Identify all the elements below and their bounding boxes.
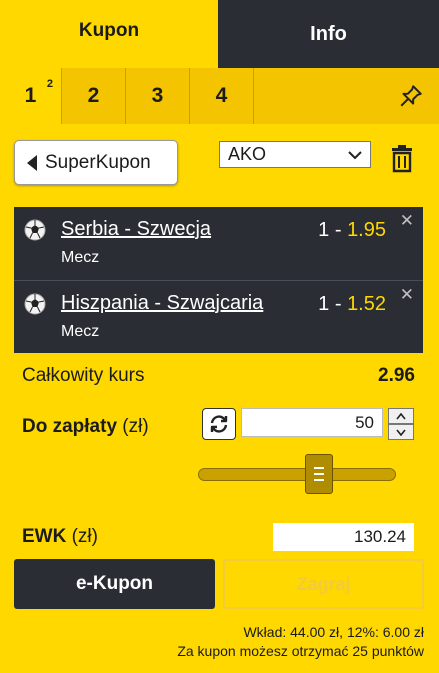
- football-icon: [24, 219, 46, 241]
- stake-label-text: Do zapłaty: [22, 416, 118, 437]
- tabs-spacer: [254, 68, 383, 124]
- bet-pick: 1 -: [318, 293, 348, 315]
- points-text: Za kupon możesz otrzymać 25 punktów: [177, 643, 424, 659]
- chevron-down-icon: [396, 429, 406, 436]
- stake-stepper[interactable]: [388, 408, 414, 440]
- zagraj-button[interactable]: Zagraj: [223, 559, 424, 609]
- bet-odds: 1 - 1.52: [318, 293, 386, 316]
- tab-kupon[interactable]: Kupon: [0, 0, 218, 68]
- stake-increment-button[interactable]: [388, 408, 414, 424]
- market-type: Mecz: [61, 249, 100, 266]
- bet-odds: 1 - 1.95: [318, 219, 386, 242]
- match-name-link[interactable]: Hiszpania - Szwajcaria: [61, 292, 263, 315]
- football-icon: [24, 293, 46, 315]
- coupon-tab-4[interactable]: 4: [190, 68, 254, 124]
- match-name-link[interactable]: Serbia - Szwecja: [61, 218, 211, 241]
- chevron-up-icon: [396, 412, 406, 419]
- close-icon[interactable]: ✕: [400, 211, 414, 231]
- coupon-tab-label: 4: [215, 84, 228, 107]
- coupon-tab-2[interactable]: 2: [62, 68, 126, 124]
- superkupon-label: SuperKupon: [45, 151, 151, 173]
- stake-label: Do zapłaty (zł): [22, 416, 149, 438]
- refresh-icon: [210, 415, 228, 433]
- total-odds-label: Całkowity kurs: [22, 365, 145, 386]
- coupon-tab-3[interactable]: 3: [126, 68, 190, 124]
- contribution-text: Wkład: 44.00 zł, 12%: 6.00 zł: [243, 624, 424, 640]
- ewk-label: EWK (zł): [22, 526, 98, 548]
- ewk-label-text: EWK: [22, 526, 67, 547]
- ewk-value: 130.24: [273, 523, 414, 551]
- coupon-tab-label: 3: [151, 84, 164, 107]
- coupon-tab-1[interactable]: 1 2: [0, 68, 62, 124]
- superkupon-button[interactable]: SuperKupon: [14, 140, 178, 185]
- stake-decrement-button[interactable]: [388, 424, 414, 440]
- coupon-tab-label: 2: [87, 84, 100, 107]
- top-tabs: Kupon Info: [0, 0, 439, 68]
- ekupon-button[interactable]: e-Kupon: [14, 559, 215, 609]
- ewk-unit: (zł): [66, 526, 98, 547]
- odds-value: 1.52: [347, 293, 386, 315]
- pin-icon[interactable]: [383, 68, 439, 124]
- market-type: Mecz: [61, 323, 100, 340]
- tab-info[interactable]: Info: [218, 0, 439, 68]
- coupon-number-tabs: 1 2 2 3 4: [0, 68, 439, 124]
- bet-item: Hiszpania - Szwajcaria Mecz 1 - 1.52 ✕: [14, 280, 423, 353]
- back-triangle-icon: [27, 154, 37, 171]
- close-icon[interactable]: ✕: [400, 285, 414, 305]
- bet-list: Serbia - Szwecja Mecz 1 - 1.95 ✕ Hiszpan…: [14, 207, 423, 353]
- bet-type-select[interactable]: AKO: [219, 141, 371, 168]
- bet-item: Serbia - Szwecja Mecz 1 - 1.95 ✕: [14, 207, 423, 280]
- refresh-button[interactable]: [202, 408, 236, 440]
- coupon-tab-badge: 2: [46, 78, 53, 90]
- coupon-tab-label: 1: [24, 84, 37, 107]
- trash-icon[interactable]: [390, 145, 414, 173]
- bet-pick: 1 -: [318, 219, 348, 241]
- total-odds-value: 2.96: [378, 365, 415, 386]
- stake-unit: (zł): [117, 416, 149, 437]
- odds-value: 1.95: [347, 219, 386, 241]
- stake-input[interactable]: 50: [241, 408, 383, 437]
- stake-slider-track[interactable]: [198, 468, 396, 481]
- chevron-down-icon: [348, 150, 362, 159]
- bet-type-value: AKO: [228, 144, 267, 164]
- stake-slider-thumb[interactable]: [305, 454, 333, 494]
